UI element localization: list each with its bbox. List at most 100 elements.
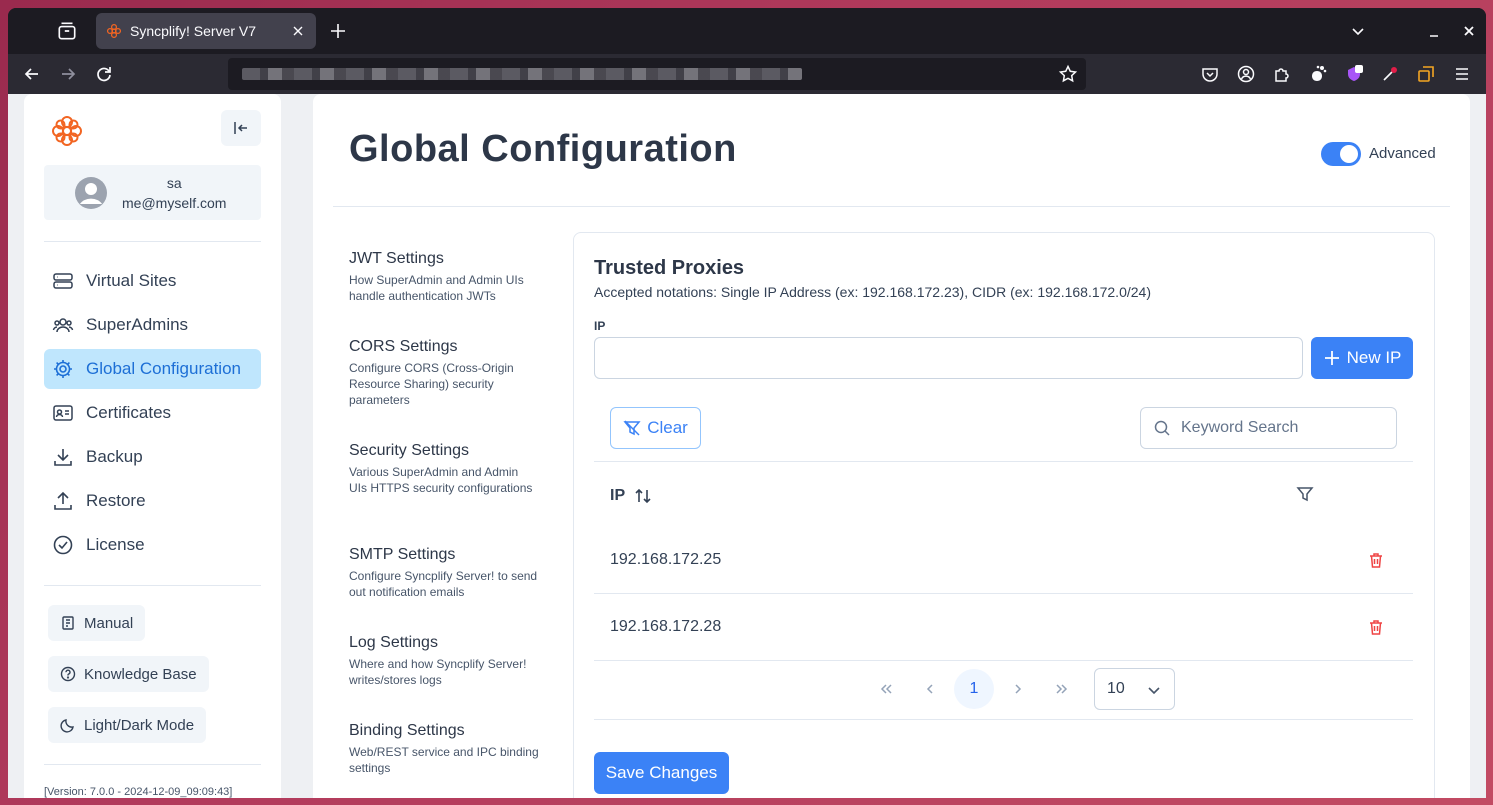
color-picker-extension-icon[interactable]: [1380, 64, 1400, 84]
settings-nav-desc: Web/REST service and IPC binding setting…: [349, 745, 539, 775]
pocket-icon[interactable]: [1200, 64, 1220, 84]
column-header-ip[interactable]: IP: [610, 486, 653, 506]
tab-close-icon[interactable]: [290, 23, 306, 39]
advanced-toggle[interactable]: [1321, 142, 1361, 166]
moon-icon: [60, 717, 76, 733]
clear-label: Clear: [647, 418, 688, 437]
user-name: sa: [166, 174, 182, 191]
rows-per-page-select[interactable]: 10: [1094, 668, 1175, 710]
reload-icon[interactable]: [94, 64, 114, 84]
avatar-icon: [74, 176, 108, 210]
tab-list-icon[interactable]: [56, 20, 78, 42]
chevron-down-icon: [1146, 682, 1162, 698]
new-ip-label: New IP: [1346, 348, 1402, 367]
settings-nav-jwt[interactable]: JWT Settings How SuperAdmin and Admin UI…: [349, 250, 539, 304]
settings-nav-desc: Where and how Syncplify Server! writes/s…: [349, 657, 527, 687]
sidebar-item-label: Certificates: [86, 403, 172, 422]
previous-page-icon[interactable]: [922, 681, 938, 697]
hamburger-menu-icon[interactable]: [1452, 64, 1472, 84]
user-card[interactable]: sa me@myself.com: [44, 165, 261, 220]
user-email: me@myself.com: [122, 194, 227, 211]
settings-nav-title: Binding Settings: [349, 722, 465, 739]
tab-manager-extension-icon[interactable]: [1416, 64, 1436, 84]
sidebar-item-license[interactable]: License: [44, 525, 261, 565]
settings-nav-log[interactable]: Log Settings Where and how Syncplify Ser…: [349, 634, 539, 688]
knowledge-base-button[interactable]: Knowledge Base: [48, 656, 209, 692]
sidebar-item-virtual-sites[interactable]: Virtual Sites: [44, 261, 261, 301]
url-bar[interactable]: [228, 58, 1086, 90]
settings-nav-smtp[interactable]: SMTP Settings Configure Syncplify Server…: [349, 546, 539, 600]
sidebar-item-superadmins[interactable]: SuperAdmins: [44, 305, 261, 345]
sort-icon[interactable]: [633, 486, 653, 506]
search-icon: [1153, 419, 1171, 437]
keyword-search[interactable]: [1140, 407, 1397, 449]
settings-nav-desc: Configure Syncplify Server! to send out …: [349, 569, 538, 599]
download-icon: [52, 446, 74, 468]
search-input[interactable]: [1181, 419, 1381, 437]
settings-nav-title: SMTP Settings: [349, 546, 456, 563]
forward-arrow-icon[interactable]: [58, 64, 78, 84]
minimize-icon[interactable]: [1425, 22, 1443, 40]
back-arrow-icon[interactable]: [22, 64, 42, 84]
advanced-label: Advanced: [1369, 145, 1436, 162]
server-icon: [52, 270, 74, 292]
id-card-icon: [52, 402, 74, 424]
last-page-icon[interactable]: [1054, 681, 1070, 697]
settings-nav-title: Security Settings: [349, 442, 470, 459]
settings-nav-desc: How SuperAdmin and Admin UIs handle auth…: [349, 273, 524, 303]
syncplify-favicon-icon: [106, 23, 122, 39]
sidebar-item-backup[interactable]: Backup: [44, 437, 261, 477]
sidebar-divider: [44, 585, 261, 586]
page-content: sa me@myself.com Virtual Sites SuperAdmi…: [8, 94, 1486, 798]
save-changes-button[interactable]: Save Changes: [594, 752, 729, 794]
shield-extension-icon[interactable]: [1344, 64, 1364, 84]
light-dark-label: Light/Dark Mode: [84, 716, 195, 734]
settings-nav-binding[interactable]: Binding Settings Web/REST service and IP…: [349, 722, 539, 776]
new-ip-button[interactable]: New IP: [1311, 337, 1413, 379]
settings-nav-security[interactable]: Security Settings Various SuperAdmin and…: [349, 442, 539, 496]
manual-button[interactable]: Manual: [48, 605, 146, 641]
sidebar-item-label: SuperAdmins: [86, 315, 189, 334]
next-page-icon[interactable]: [1010, 681, 1026, 697]
sidebar-item-global-configuration[interactable]: Global Configuration: [44, 349, 261, 389]
trusted-proxies-card: Trusted Proxies Accepted notations: Sing…: [573, 232, 1435, 798]
ip-field-label: IP: [594, 319, 606, 333]
browser-tab-active[interactable]: Syncplify! Server V7: [96, 13, 316, 49]
first-page-icon[interactable]: [878, 681, 894, 697]
sidebar-item-certificates[interactable]: Certificates: [44, 393, 261, 433]
tab-overflow-chevron-icon[interactable]: [1349, 22, 1367, 40]
settings-nav-cors[interactable]: CORS Settings Configure CORS (Cross-Orig…: [349, 338, 539, 408]
account-icon[interactable]: [1236, 64, 1256, 84]
gnome-extension-icon[interactable]: [1308, 64, 1328, 84]
sidebar-item-label: Restore: [86, 491, 146, 510]
manual-label: Manual: [84, 614, 134, 632]
page-number-current[interactable]: 1: [954, 669, 994, 709]
column-filter-icon[interactable]: [1296, 485, 1314, 503]
trash-icon[interactable]: [1367, 618, 1385, 636]
upload-icon: [52, 490, 74, 512]
tab-title: Syncplify! Server V7: [130, 23, 257, 39]
light-dark-mode-button[interactable]: Light/Dark Mode: [48, 707, 207, 743]
new-tab-icon[interactable]: [328, 21, 348, 41]
collapse-sidebar-button[interactable]: [221, 110, 261, 146]
ip-input[interactable]: [594, 337, 1303, 379]
book-icon: [60, 615, 76, 631]
extensions-icon[interactable]: [1272, 64, 1292, 84]
settings-nav-title: JWT Settings: [349, 250, 444, 267]
bookmark-star-icon[interactable]: [1058, 64, 1078, 84]
table-row-divider: [594, 593, 1413, 594]
tab-strip: Syncplify! Server V7: [8, 8, 1486, 54]
clear-filter-button[interactable]: Clear: [610, 407, 701, 449]
column-header-label: IP: [610, 487, 626, 504]
sidebar-divider: [44, 764, 261, 765]
settings-nav-desc: Configure CORS (Cross-Origin Resource Sh…: [349, 361, 514, 407]
sidebar-item-restore[interactable]: Restore: [44, 481, 261, 521]
sidebar-item-label: License: [86, 535, 145, 554]
sidebar-item-label: Global Configuration: [86, 359, 241, 378]
filter-slash-icon: [623, 419, 641, 437]
knowledge-base-label: Knowledge Base: [84, 665, 197, 683]
trash-icon[interactable]: [1367, 551, 1385, 569]
table-bottom-line: [594, 719, 1413, 720]
sidebar: sa me@myself.com Virtual Sites SuperAdmi…: [24, 94, 281, 798]
window-close-icon[interactable]: [1460, 22, 1478, 40]
